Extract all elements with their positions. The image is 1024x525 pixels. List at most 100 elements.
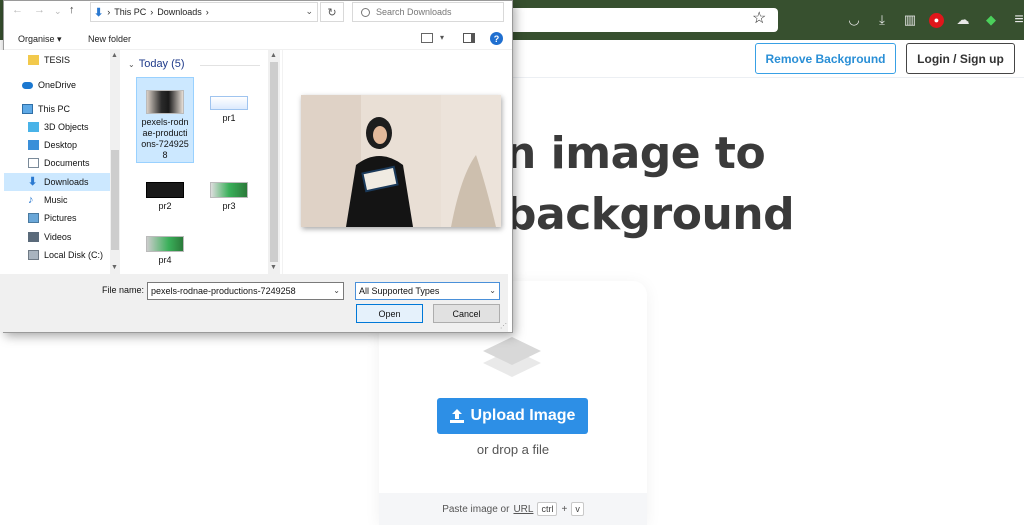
file-type-select[interactable]: All Supported Types ⌄ — [355, 282, 500, 300]
login-signup-button[interactable]: Login / Sign up — [906, 43, 1015, 74]
file-thumbnail — [146, 182, 184, 198]
drop-file-text: or drop a file — [476, 442, 550, 457]
pictures-icon — [28, 213, 39, 223]
browser-extension-icons: ◡ ⤓ ▥ ● ☁ ◆ ≡ — [845, 10, 1024, 30]
nav-item-tesis[interactable]: TESIS — [28, 51, 110, 69]
search-placeholder: Search Downloads — [376, 7, 452, 17]
star-icon[interactable]: ☆ — [752, 11, 766, 27]
nav-item-documents[interactable]: Documents — [28, 154, 110, 172]
file-label: pr1 — [222, 113, 236, 123]
resize-grip-icon[interactable]: ⋰ — [500, 322, 507, 330]
nav-item-this-pc[interactable]: This PC — [22, 100, 110, 118]
search-icon — [361, 7, 370, 17]
breadcrumb-sep: › — [150, 7, 154, 17]
nav-item-3d-objects[interactable]: 3D Objects — [28, 118, 110, 136]
nav-item-label: Downloads — [44, 177, 89, 187]
nav-item-label: Documents — [44, 158, 90, 168]
file-item-pr2[interactable]: pr2 — [136, 182, 194, 216]
file-scrollbar-thumb[interactable] — [270, 62, 278, 262]
file-scroll-down-icon[interactable]: ▼ — [270, 264, 277, 271]
nav-item-desktop[interactable]: Desktop — [28, 136, 110, 154]
file-item-pexels[interactable]: pexels-rodnae-productions-7249258 — [136, 77, 194, 163]
address-bar[interactable] — [512, 8, 778, 32]
nav-item-label: TESIS — [44, 55, 71, 65]
new-folder-button[interactable]: New folder — [88, 34, 131, 44]
library-icon[interactable]: ▥ — [901, 11, 919, 29]
nav-scrollbar-thumb[interactable] — [111, 150, 119, 250]
collapse-chevron-icon: ⌄ — [128, 59, 135, 69]
nav-item-label: Local Disk (C:) — [44, 250, 104, 260]
forward-arrow-icon[interactable]: → — [34, 4, 45, 16]
extension-green-icon[interactable]: ◆ — [982, 11, 1000, 29]
view-options-icon[interactable] — [421, 33, 433, 43]
dialog-toolbar: Organise ▾ New folder ▾ ? — [4, 28, 512, 50]
address-dropdown-icon[interactable]: ⌄ — [305, 6, 313, 17]
file-label: pexels-rodnae-productions-7249258 — [141, 117, 189, 160]
up-arrow-icon[interactable]: ↑ — [69, 4, 75, 16]
upload-arrow-icon — [449, 409, 464, 423]
nav-item-pictures[interactable]: Pictures — [28, 209, 110, 227]
file-thumbnail — [146, 236, 184, 252]
download-icon[interactable]: ⤓ — [873, 11, 891, 29]
disk-icon — [28, 250, 39, 260]
paste-url-link[interactable]: URL — [513, 504, 533, 515]
folder-icon — [28, 55, 39, 65]
kbd-plus: + — [561, 503, 568, 515]
hero-title-line-1: n image to — [505, 128, 766, 179]
upload-image-button[interactable]: Upload Image — [437, 398, 588, 434]
computer-icon — [22, 104, 33, 114]
dialog-breadcrumb[interactable]: ⬇ › This PC › Downloads › ⌄ — [90, 2, 318, 22]
nav-item-videos[interactable]: Videos — [28, 228, 110, 246]
remove-background-button[interactable]: Remove Background — [755, 43, 896, 74]
group-header-today[interactable]: ⌄ Today (5) — [128, 58, 185, 70]
documents-icon — [28, 158, 39, 168]
onedrive-icon — [22, 81, 33, 89]
file-item-pr3[interactable]: pr3 — [200, 182, 258, 216]
nav-item-label: This PC — [38, 104, 71, 114]
group-divider — [200, 65, 260, 66]
extension-cloud-icon[interactable]: ☁ — [954, 11, 972, 29]
back-arrow-icon[interactable]: ← — [12, 4, 23, 16]
nav-item-label: Music — [44, 195, 68, 205]
file-type-dropdown-icon[interactable]: ⌄ — [489, 286, 496, 295]
search-input[interactable]: Search Downloads — [352, 2, 504, 22]
dialog-address-row: ← → ⌄ ↑ ⬇ › This PC › Downloads › ⌄ ↻ Se… — [4, 1, 512, 24]
nav-item-label: Pictures — [44, 213, 77, 223]
refresh-button[interactable]: ↻ — [320, 2, 344, 22]
nav-item-local-disk[interactable]: Local Disk (C:) — [28, 246, 110, 264]
desktop-icon — [28, 140, 39, 150]
videos-icon — [28, 232, 39, 242]
breadcrumb-sep: › — [107, 7, 111, 17]
pocket-icon[interactable]: ◡ — [845, 11, 863, 29]
file-scroll-up-icon[interactable]: ▲ — [270, 52, 277, 59]
nav-scroll-up-icon[interactable]: ▲ — [111, 52, 118, 59]
view-dropdown-icon[interactable]: ▾ — [440, 33, 444, 42]
music-icon: ♪ — [28, 194, 34, 206]
file-item-pr1[interactable]: pr1 — [200, 96, 258, 130]
file-label: pr3 — [222, 201, 236, 211]
organise-menu[interactable]: Organise ▾ — [18, 34, 62, 45]
nav-item-downloads[interactable]: ⬇ Downloads — [4, 173, 110, 191]
nav-item-label: Desktop — [44, 140, 78, 150]
file-name-field[interactable]: pexels-rodnae-productions-7249258 ⌄ — [147, 282, 344, 300]
breadcrumb-sep: › — [205, 7, 209, 17]
extension-red-icon[interactable]: ● — [929, 12, 944, 28]
upload-button-label: Upload Image — [470, 407, 576, 424]
breadcrumb-downloads[interactable]: Downloads — [157, 7, 202, 17]
nav-scroll-down-icon[interactable]: ▼ — [111, 264, 118, 271]
nav-item-music[interactable]: ♪ Music — [28, 191, 110, 209]
menu-icon[interactable]: ≡ — [1010, 11, 1024, 29]
group-header-label: Today (5) — [138, 58, 185, 70]
file-item-pr4[interactable]: pr4 — [136, 236, 194, 270]
help-icon[interactable]: ? — [490, 32, 503, 45]
downloads-breadcrumb-icon: ⬇ — [94, 6, 104, 19]
3d-objects-icon — [28, 122, 39, 132]
cancel-button[interactable]: Cancel — [433, 304, 500, 323]
file-name-dropdown-icon[interactable]: ⌄ — [333, 286, 340, 295]
open-button[interactable]: Open — [356, 304, 423, 323]
nav-item-onedrive[interactable]: OneDrive — [22, 76, 110, 94]
breadcrumb-this-pc[interactable]: This PC — [114, 7, 146, 17]
preview-pane-icon[interactable] — [463, 33, 475, 43]
recent-chevron-icon[interactable]: ⌄ — [54, 6, 62, 17]
file-thumbnail — [210, 182, 248, 198]
